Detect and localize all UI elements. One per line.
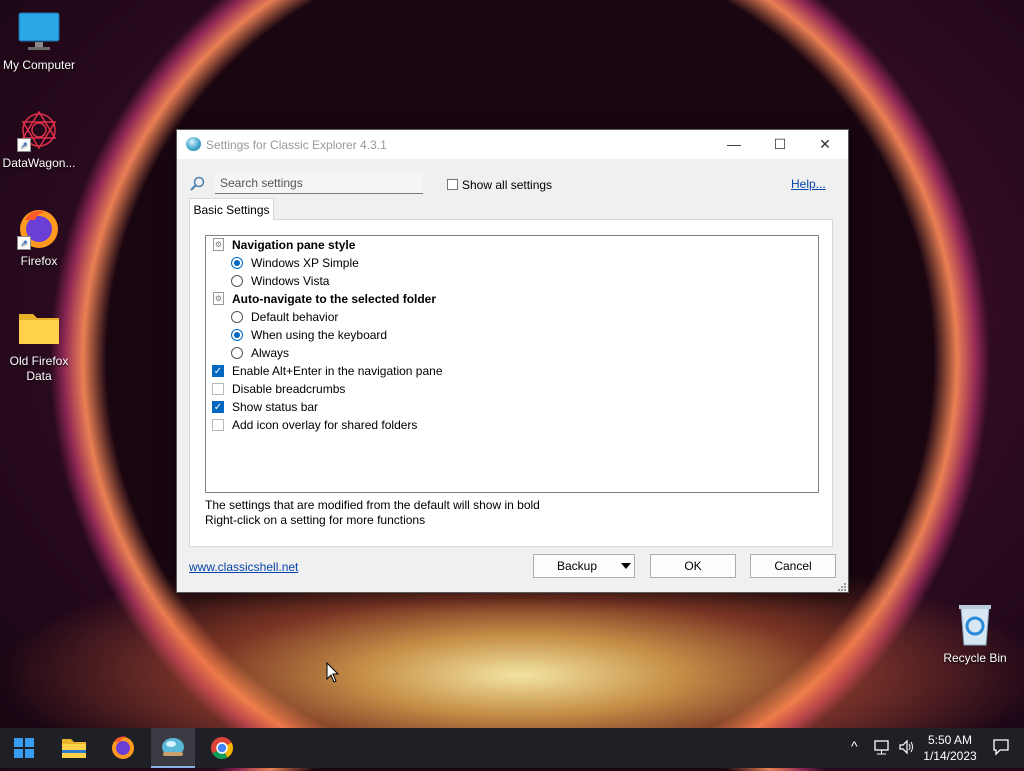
notification-center-icon[interactable] bbox=[992, 738, 1010, 759]
radio-button[interactable] bbox=[231, 347, 243, 359]
title-bar[interactable]: Settings for Classic Explorer 4.3.1 — ☐ … bbox=[177, 130, 848, 159]
tab-basic-settings[interactable]: Basic Settings bbox=[189, 198, 274, 220]
clock-time: 5:50 AM bbox=[927, 733, 973, 747]
settings-panel: ⚙ Navigation pane style Windows XP Simpl… bbox=[189, 219, 833, 547]
classic-explorer-icon bbox=[186, 137, 201, 151]
note-line: The settings that are modified from the … bbox=[205, 498, 540, 512]
checkbox[interactable] bbox=[212, 383, 224, 395]
desktop-icon-datawagon[interactable]: ↗ DataWagon... bbox=[0, 108, 78, 171]
resize-grip-icon[interactable] bbox=[837, 581, 847, 591]
settings-window: Settings for Classic Explorer 4.3.1 — ☐ … bbox=[176, 129, 849, 593]
desktop-icon-my-computer[interactable]: My Computer bbox=[0, 10, 78, 73]
monitor-icon bbox=[17, 10, 61, 54]
firefox-icon: ↗ bbox=[17, 206, 61, 250]
volume-icon[interactable] bbox=[898, 738, 916, 759]
settings-note: The settings that are modified from the … bbox=[205, 498, 540, 528]
checkbox-box[interactable] bbox=[447, 179, 458, 191]
backup-button[interactable]: Backup bbox=[533, 554, 635, 578]
checkbox-checked[interactable]: ✓ bbox=[212, 401, 224, 413]
start-icon bbox=[14, 738, 34, 758]
cancel-button[interactable]: Cancel bbox=[750, 554, 836, 578]
firefox-icon bbox=[112, 736, 134, 759]
minimize-button[interactable]: — bbox=[711, 130, 757, 159]
settings-list: ⚙ Navigation pane style Windows XP Simpl… bbox=[205, 235, 819, 493]
radio-button-selected[interactable] bbox=[231, 257, 243, 269]
setting-label: Default behavior bbox=[251, 310, 339, 324]
radio-button[interactable] bbox=[231, 311, 243, 323]
dropdown-arrow-icon[interactable] bbox=[621, 563, 631, 569]
settings-group-icon: ⚙ bbox=[213, 292, 224, 305]
desktop-icon-old-firefox-data[interactable]: Old Firefox Data bbox=[0, 306, 78, 384]
clock-date: 1/14/2023 bbox=[923, 749, 977, 763]
recycle-bin-icon bbox=[953, 603, 997, 647]
show-all-settings-checkbox[interactable]: Show all settings bbox=[447, 177, 552, 192]
folder-icon bbox=[17, 306, 61, 350]
website-link[interactable]: www.classicshell.net bbox=[189, 560, 298, 574]
mouse-cursor-icon bbox=[326, 661, 340, 687]
file-explorer-icon bbox=[62, 739, 86, 758]
help-link[interactable]: Help... bbox=[791, 177, 826, 191]
window-title: Settings for Classic Explorer 4.3.1 bbox=[206, 138, 387, 152]
desktop-icon-label: Old Firefox Data bbox=[9, 354, 69, 383]
datawagon-icon: ↗ bbox=[17, 108, 61, 152]
desktop-icon-label: DataWagon... bbox=[2, 156, 76, 170]
taskbar: ^ 5:50 AM 1/14/2023 bbox=[0, 728, 1024, 768]
setting-label: When using the keyboard bbox=[251, 328, 388, 342]
shortcut-arrow-icon: ↗ bbox=[17, 236, 31, 250]
setting-label: Windows Vista bbox=[251, 274, 330, 288]
tray-chevron-icon[interactable]: ^ bbox=[851, 738, 858, 754]
checkbox[interactable] bbox=[212, 419, 224, 431]
desktop-icon-label: Recycle Bin bbox=[943, 651, 1007, 665]
search-input[interactable] bbox=[215, 172, 423, 194]
setting-label: Always bbox=[251, 346, 290, 360]
ok-button[interactable]: OK bbox=[650, 554, 736, 578]
desktop-icon-label: Firefox bbox=[20, 254, 58, 268]
setting-label: Disable breadcrumbs bbox=[232, 382, 346, 396]
taskbar-chrome[interactable] bbox=[200, 728, 244, 768]
shortcut-arrow-icon: ↗ bbox=[17, 138, 31, 152]
settings-group-icon: ⚙ bbox=[213, 238, 224, 251]
classic-explorer-icon bbox=[162, 738, 184, 756]
taskbar-file-explorer[interactable] bbox=[52, 728, 96, 768]
setting-label: Show status bar bbox=[232, 400, 319, 414]
setting-label: Navigation pane style bbox=[232, 238, 356, 252]
close-button[interactable]: ✕ bbox=[802, 130, 848, 159]
network-icon[interactable] bbox=[873, 738, 891, 759]
radio-button-selected[interactable] bbox=[231, 329, 243, 341]
system-clock[interactable]: 5:50 AM 1/14/2023 bbox=[918, 732, 982, 764]
setting-label: Add icon overlay for shared folders bbox=[232, 418, 418, 432]
search-icon bbox=[189, 176, 205, 192]
setting-label: Windows XP Simple bbox=[251, 256, 359, 270]
taskbar-firefox[interactable] bbox=[101, 728, 145, 768]
radio-button[interactable] bbox=[231, 275, 243, 287]
setting-label: Auto-navigate to the selected folder bbox=[232, 292, 437, 306]
desktop-icon-label: My Computer bbox=[2, 58, 76, 72]
chrome-icon bbox=[211, 737, 233, 759]
desktop-icon-recycle-bin[interactable]: Recycle Bin bbox=[936, 603, 1014, 666]
desktop-icon-firefox[interactable]: ↗ Firefox bbox=[0, 206, 78, 269]
show-all-settings-label: Show all settings bbox=[462, 177, 553, 192]
maximize-button[interactable]: ☐ bbox=[757, 130, 803, 159]
checkbox-checked[interactable]: ✓ bbox=[212, 365, 224, 377]
start-button[interactable] bbox=[2, 728, 46, 768]
setting-label: Enable Alt+Enter in the navigation pane bbox=[232, 364, 443, 378]
note-line: Right-click on a setting for more functi… bbox=[205, 513, 426, 527]
taskbar-classic-explorer[interactable] bbox=[151, 728, 195, 768]
backup-button-label: Backup bbox=[556, 559, 598, 573]
